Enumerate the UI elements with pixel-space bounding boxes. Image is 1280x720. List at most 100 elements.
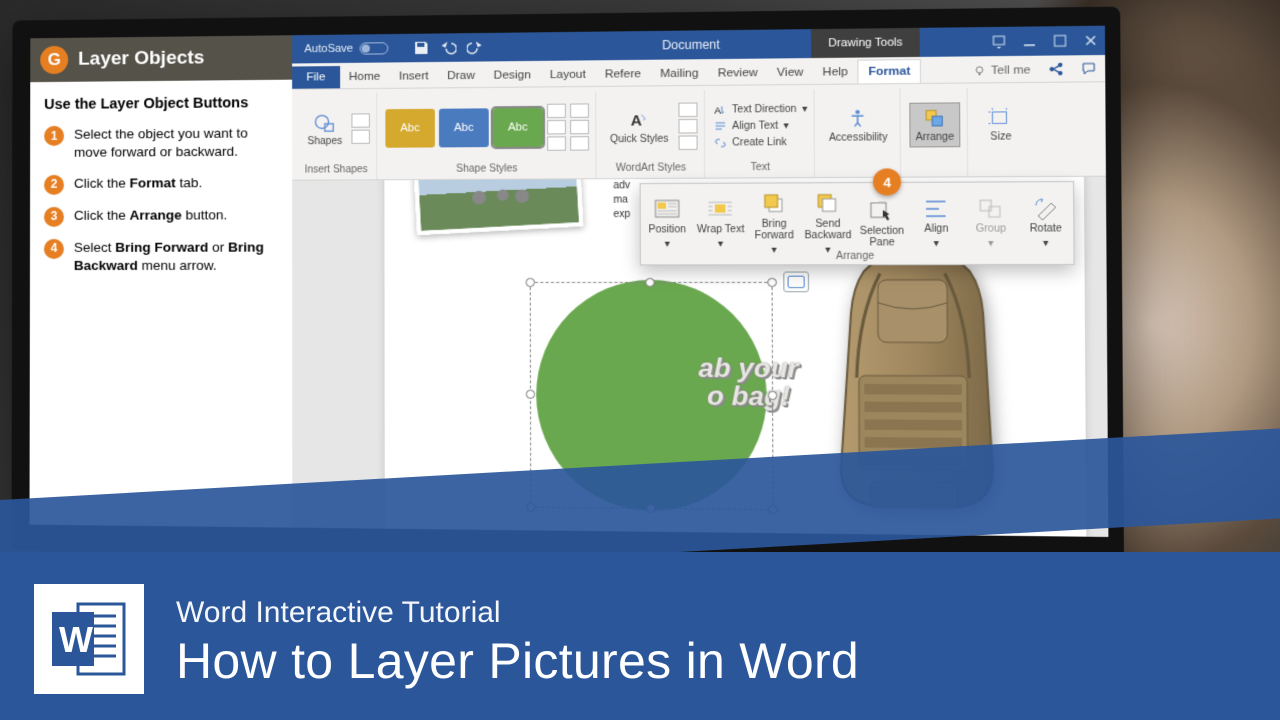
text-effects-icon[interactable] [678,135,697,150]
group-label: Shape Styles [456,161,517,179]
align-text-icon [713,119,727,133]
bring-forward-icon [760,192,788,215]
group-accessibility: Accessibility [817,88,901,177]
save-icon[interactable] [413,40,430,56]
tell-me-label: Tell me [991,64,1031,77]
tell-me-search[interactable]: Tell me [964,59,1040,83]
accessibility-button[interactable]: Accessibility [823,103,893,146]
close-icon[interactable] [1083,33,1098,48]
style-swatch-selected[interactable]: Abc [493,108,543,147]
text-direction-button[interactable]: AText Direction ▾ [713,101,807,117]
inserted-photo[interactable] [414,177,584,236]
style-scroll[interactable] [547,104,566,151]
create-link-button[interactable]: Create Link [713,134,787,150]
draw-textbox-icon[interactable] [351,130,369,144]
shape-outline-icon[interactable] [570,120,589,134]
selection-pane-icon [868,199,896,222]
autosave-label: AutoSave [304,43,353,56]
autosave-toggle[interactable]: AutoSave [304,42,388,55]
overlay-subtitle: Word Interactive Tutorial [176,596,859,630]
edit-shape-icon[interactable] [351,113,369,127]
tab-design[interactable]: Design [484,64,540,87]
tab-help[interactable]: Help [813,61,858,84]
step-text: Click the Format tab. [74,174,202,195]
title-overlay: W Word Interactive Tutorial How to Layer… [0,500,1280,720]
quick-styles-button[interactable]: A Quick Styles [605,105,674,148]
quick-access-toolbar [413,39,483,56]
text-direction-icon: A [713,103,727,117]
overlay-text: Word Interactive Tutorial How to Layer P… [176,596,859,690]
tutorial-step: 2Click the Format tab. [44,173,278,194]
bring-forward-button[interactable]: Bring Forward ▾ [747,183,801,264]
shape-mini-gallery[interactable] [351,113,370,144]
rotate-icon [1031,197,1060,220]
size-icon [989,106,1013,129]
word-logo-icon: W [34,584,144,694]
style-swatch[interactable]: Abc [439,108,489,147]
resize-handle-icon[interactable] [526,390,535,399]
wrap-text-icon [707,198,735,221]
shape-effects-icon[interactable] [570,136,589,150]
layout-options-button[interactable] [783,272,809,293]
shapes-button[interactable]: Shapes [302,108,347,150]
resize-handle-icon[interactable] [526,278,535,287]
step-number-icon: 3 [44,206,64,226]
tab-view[interactable]: View [767,61,813,84]
group-label [933,159,936,177]
more-styles-icon[interactable] [547,136,566,150]
tutorial-body: Use the Layer Object Buttons 1Select the… [30,80,293,528]
comments-button[interactable] [1072,56,1105,81]
maximize-icon[interactable] [1052,33,1067,48]
resize-handle-icon[interactable] [767,278,777,287]
tab-insert[interactable]: Insert [390,65,438,88]
link-icon [713,136,727,149]
position-button[interactable]: Position ▾ [641,184,694,265]
window-controls [991,33,1098,49]
tutorial-header: G Layer Objects [30,35,292,82]
ribbon-options-icon[interactable] [991,34,1006,49]
share-button[interactable] [1039,56,1072,81]
step-number-icon: 1 [44,126,64,146]
wrap-text-button[interactable]: Wrap Text ▾ [694,184,748,265]
tab-draw[interactable]: Draw [438,65,484,88]
shape-fill-outline [570,103,589,150]
align-text-button[interactable]: Align Text ▾ [713,118,789,134]
scroll-down-icon[interactable] [547,120,566,134]
shapes-icon [314,111,337,133]
tab-mailings[interactable]: Mailing [651,62,709,85]
group-label: Insert Shapes [305,162,368,180]
toggle-off-icon[interactable] [359,42,388,54]
group-button[interactable]: Group ▾ [963,182,1018,264]
text-fill-icon[interactable] [678,102,697,117]
shape-fill-icon[interactable] [570,103,589,117]
tab-layout[interactable]: Layout [540,63,595,86]
arrange-button[interactable]: Arrange [909,102,961,147]
redo-icon[interactable] [466,39,483,55]
accessibility-label: Accessibility [829,132,888,144]
text-outline-icon[interactable] [678,119,697,134]
tutorial-logo-icon: G [40,46,68,74]
step-text: Click the Arrange button. [74,206,227,227]
resize-handle-icon[interactable] [768,391,778,400]
size-button[interactable]: Size [977,102,1025,145]
lightbulb-icon [972,65,985,78]
minimize-icon[interactable] [1022,34,1037,49]
tab-home[interactable]: Home [340,66,390,89]
scroll-up-icon[interactable] [547,104,566,118]
align-button[interactable]: Align ▾ [909,183,964,265]
rotate-button[interactable]: Rotate ▾ [1018,182,1074,264]
tutorial-step: 3 Click the Arrange button. [44,206,278,227]
tab-file[interactable]: File [292,66,340,89]
group-wordart-styles: A Quick Styles WordArt Styles [598,90,704,178]
group-arrange: Arrange [902,88,968,177]
undo-icon[interactable] [440,39,457,55]
tab-review[interactable]: Review [708,62,767,85]
tab-format[interactable]: Format [858,59,922,84]
tutorial-subheader: Use the Layer Object Buttons [44,94,278,114]
ribbon: Shapes Insert Shapes Abc Abc Abc [292,82,1106,180]
overlay-title: How to Layer Pictures in Word [176,632,859,690]
tab-references[interactable]: Refere [595,63,650,86]
wordart-icon: A [628,109,651,132]
style-swatch[interactable]: Abc [385,109,435,148]
resize-handle-icon[interactable] [645,278,655,287]
